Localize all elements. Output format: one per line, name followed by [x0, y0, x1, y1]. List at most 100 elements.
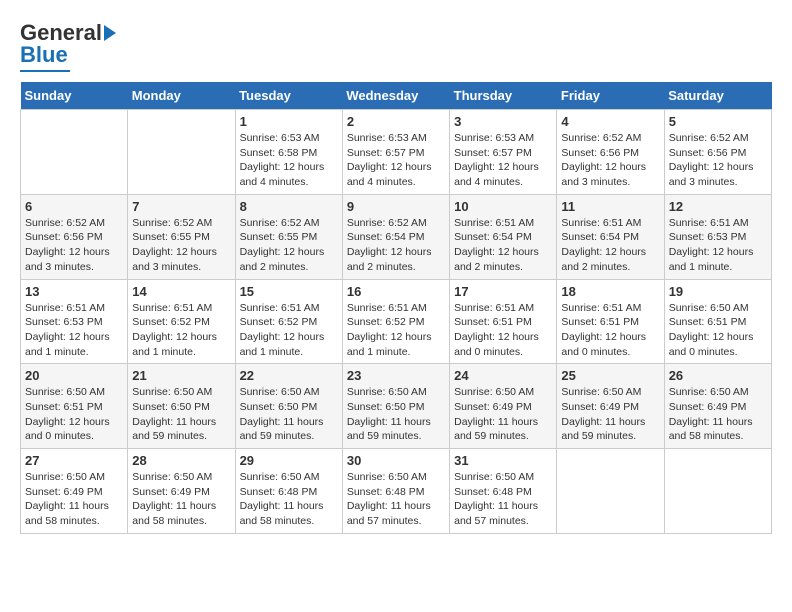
day-number: 25: [561, 368, 659, 383]
day-number: 18: [561, 284, 659, 299]
day-info: Sunrise: 6:53 AM Sunset: 6:57 PM Dayligh…: [454, 131, 552, 190]
day-number: 23: [347, 368, 445, 383]
day-number: 8: [240, 199, 338, 214]
day-info: Sunrise: 6:50 AM Sunset: 6:49 PM Dayligh…: [669, 385, 767, 444]
day-info: Sunrise: 6:52 AM Sunset: 6:54 PM Dayligh…: [347, 216, 445, 275]
day-info: Sunrise: 6:50 AM Sunset: 6:48 PM Dayligh…: [240, 470, 338, 529]
calendar-header-row: SundayMondayTuesdayWednesdayThursdayFrid…: [21, 82, 772, 110]
calendar-cell: 19 Sunrise: 6:50 AM Sunset: 6:51 PM Dayli…: [664, 279, 771, 364]
day-number: 7: [132, 199, 230, 214]
calendar-cell: 20 Sunrise: 6:50 AM Sunset: 6:51 PM Dayli…: [21, 364, 128, 449]
day-info: Sunrise: 6:50 AM Sunset: 6:51 PM Dayligh…: [25, 385, 123, 444]
day-number: 13: [25, 284, 123, 299]
calendar-cell: 21Sunrise: 6:50 AM Sunset: 6:50 PM Dayli…: [128, 364, 235, 449]
day-number: 26: [669, 368, 767, 383]
header-monday: Monday: [128, 82, 235, 110]
header-wednesday: Wednesday: [342, 82, 449, 110]
day-info: Sunrise: 6:51 AM Sunset: 6:54 PM Dayligh…: [454, 216, 552, 275]
day-info: Sunrise: 6:50 AM Sunset: 6:50 PM Dayligh…: [132, 385, 230, 444]
day-info: Sunrise: 6:52 AM Sunset: 6:56 PM Dayligh…: [561, 131, 659, 190]
calendar-cell: 28Sunrise: 6:50 AM Sunset: 6:49 PM Dayli…: [128, 449, 235, 534]
day-number: 15: [240, 284, 338, 299]
day-number: 4: [561, 114, 659, 129]
calendar-cell: 8 Sunrise: 6:52 AM Sunset: 6:55 PM Daylig…: [235, 194, 342, 279]
calendar-cell: [21, 110, 128, 195]
day-number: 12: [669, 199, 767, 214]
day-number: 16: [347, 284, 445, 299]
calendar-cell: 13 Sunrise: 6:51 AM Sunset: 6:53 PM Dayli…: [21, 279, 128, 364]
calendar-cell: 1 Sunrise: 6:53 AM Sunset: 6:58 PM Daylig…: [235, 110, 342, 195]
day-info: Sunrise: 6:50 AM Sunset: 6:48 PM Dayligh…: [454, 470, 552, 529]
calendar-cell: 5 Sunrise: 6:52 AM Sunset: 6:56 PM Daylig…: [664, 110, 771, 195]
calendar-cell: 2 Sunrise: 6:53 AM Sunset: 6:57 PM Daylig…: [342, 110, 449, 195]
calendar-cell: 26 Sunrise: 6:50 AM Sunset: 6:49 PM Dayli…: [664, 364, 771, 449]
day-number: 2: [347, 114, 445, 129]
calendar-cell: 31Sunrise: 6:50 AM Sunset: 6:48 PM Dayli…: [450, 449, 557, 534]
calendar-week-row: 6 Sunrise: 6:52 AM Sunset: 6:56 PM Daylig…: [21, 194, 772, 279]
calendar-cell: 16 Sunrise: 6:51 AM Sunset: 6:52 PM Dayli…: [342, 279, 449, 364]
calendar-cell: 18 Sunrise: 6:51 AM Sunset: 6:51 PM Dayli…: [557, 279, 664, 364]
day-info: Sunrise: 6:52 AM Sunset: 6:56 PM Dayligh…: [25, 216, 123, 275]
calendar-cell: 29 Sunrise: 6:50 AM Sunset: 6:48 PM Dayli…: [235, 449, 342, 534]
day-info: Sunrise: 6:50 AM Sunset: 6:48 PM Dayligh…: [347, 470, 445, 529]
calendar-week-row: 13 Sunrise: 6:51 AM Sunset: 6:53 PM Dayli…: [21, 279, 772, 364]
day-info: Sunrise: 6:51 AM Sunset: 6:52 PM Dayligh…: [347, 301, 445, 360]
day-number: 19: [669, 284, 767, 299]
calendar-cell: 24 Sunrise: 6:50 AM Sunset: 6:49 PM Dayli…: [450, 364, 557, 449]
calendar-cell: 12 Sunrise: 6:51 AM Sunset: 6:53 PM Dayli…: [664, 194, 771, 279]
day-info: Sunrise: 6:52 AM Sunset: 6:55 PM Dayligh…: [240, 216, 338, 275]
calendar-cell: 17 Sunrise: 6:51 AM Sunset: 6:51 PM Dayli…: [450, 279, 557, 364]
day-number: 10: [454, 199, 552, 214]
day-info: Sunrise: 6:51 AM Sunset: 6:52 PM Dayligh…: [132, 301, 230, 360]
header: General Blue: [20, 20, 772, 72]
day-info: Sunrise: 6:51 AM Sunset: 6:52 PM Dayligh…: [240, 301, 338, 360]
day-number: 27: [25, 453, 123, 468]
calendar-cell: 30 Sunrise: 6:50 AM Sunset: 6:48 PM Dayli…: [342, 449, 449, 534]
day-info: Sunrise: 6:50 AM Sunset: 6:49 PM Dayligh…: [454, 385, 552, 444]
calendar-week-row: 1 Sunrise: 6:53 AM Sunset: 6:58 PM Daylig…: [21, 110, 772, 195]
day-number: 9: [347, 199, 445, 214]
day-info: Sunrise: 6:51 AM Sunset: 6:53 PM Dayligh…: [25, 301, 123, 360]
day-info: Sunrise: 6:51 AM Sunset: 6:51 PM Dayligh…: [454, 301, 552, 360]
logo-underline: [20, 70, 70, 72]
calendar-table: SundayMondayTuesdayWednesdayThursdayFrid…: [20, 82, 772, 534]
day-number: 3: [454, 114, 552, 129]
calendar-cell: 27Sunrise: 6:50 AM Sunset: 6:49 PM Dayli…: [21, 449, 128, 534]
logo: General Blue: [20, 20, 116, 72]
day-number: 28: [132, 453, 230, 468]
day-info: Sunrise: 6:50 AM Sunset: 6:49 PM Dayligh…: [561, 385, 659, 444]
calendar-cell: 11Sunrise: 6:51 AM Sunset: 6:54 PM Dayli…: [557, 194, 664, 279]
day-info: Sunrise: 6:50 AM Sunset: 6:50 PM Dayligh…: [240, 385, 338, 444]
logo-blue: Blue: [20, 42, 68, 68]
calendar-cell: 10 Sunrise: 6:51 AM Sunset: 6:54 PM Dayli…: [450, 194, 557, 279]
day-number: 6: [25, 199, 123, 214]
day-info: Sunrise: 6:53 AM Sunset: 6:58 PM Dayligh…: [240, 131, 338, 190]
day-info: Sunrise: 6:52 AM Sunset: 6:56 PM Dayligh…: [669, 131, 767, 190]
day-number: 17: [454, 284, 552, 299]
day-number: 29: [240, 453, 338, 468]
calendar-cell: 15 Sunrise: 6:51 AM Sunset: 6:52 PM Dayli…: [235, 279, 342, 364]
header-tuesday: Tuesday: [235, 82, 342, 110]
day-info: Sunrise: 6:53 AM Sunset: 6:57 PM Dayligh…: [347, 131, 445, 190]
day-info: Sunrise: 6:50 AM Sunset: 6:51 PM Dayligh…: [669, 301, 767, 360]
day-number: 5: [669, 114, 767, 129]
day-number: 24: [454, 368, 552, 383]
calendar-week-row: 27Sunrise: 6:50 AM Sunset: 6:49 PM Dayli…: [21, 449, 772, 534]
day-info: Sunrise: 6:51 AM Sunset: 6:54 PM Dayligh…: [561, 216, 659, 275]
calendar-cell: 25 Sunrise: 6:50 AM Sunset: 6:49 PM Dayli…: [557, 364, 664, 449]
day-info: Sunrise: 6:51 AM Sunset: 6:53 PM Dayligh…: [669, 216, 767, 275]
calendar-cell: [128, 110, 235, 195]
calendar-cell: 9 Sunrise: 6:52 AM Sunset: 6:54 PM Daylig…: [342, 194, 449, 279]
day-number: 1: [240, 114, 338, 129]
header-friday: Friday: [557, 82, 664, 110]
day-number: 22: [240, 368, 338, 383]
calendar-cell: 4 Sunrise: 6:52 AM Sunset: 6:56 PM Daylig…: [557, 110, 664, 195]
day-info: Sunrise: 6:50 AM Sunset: 6:50 PM Dayligh…: [347, 385, 445, 444]
calendar-week-row: 20 Sunrise: 6:50 AM Sunset: 6:51 PM Dayli…: [21, 364, 772, 449]
header-sunday: Sunday: [21, 82, 128, 110]
day-number: 30: [347, 453, 445, 468]
calendar-cell: 7Sunrise: 6:52 AM Sunset: 6:55 PM Daylig…: [128, 194, 235, 279]
day-number: 20: [25, 368, 123, 383]
calendar-cell: 22 Sunrise: 6:50 AM Sunset: 6:50 PM Dayli…: [235, 364, 342, 449]
day-info: Sunrise: 6:51 AM Sunset: 6:51 PM Dayligh…: [561, 301, 659, 360]
